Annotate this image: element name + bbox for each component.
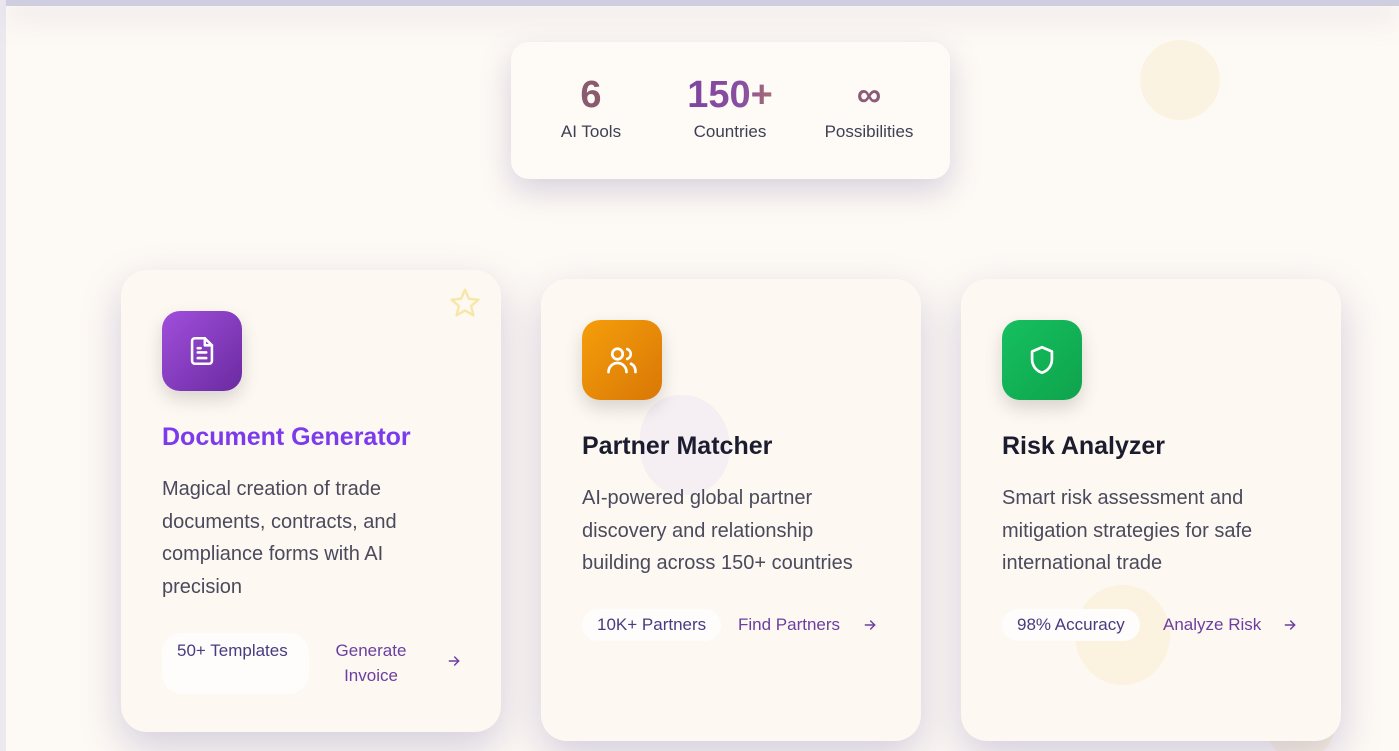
- stats-panel: 6 AI Tools 150+ Countries ∞ Possibilitie…: [511, 42, 950, 179]
- action-label: Analyze Risk: [1163, 615, 1262, 634]
- badge-label: 50+ Templates: [177, 641, 288, 660]
- decorative-blob: [1140, 40, 1220, 120]
- header-bar: [6, 0, 1399, 6]
- card-title: Risk Analyzer: [1002, 432, 1166, 460]
- stat-label: AI Tools: [560, 122, 622, 141]
- generate-invoice-link[interactable]: Generate Invoice: [325, 638, 417, 688]
- sparkle-star-icon: [450, 288, 480, 317]
- card-badge: 10K+ Partners: [582, 609, 722, 641]
- users-icon: [582, 320, 662, 400]
- card-description: Smart risk assessment and mitigation str…: [1002, 487, 1253, 574]
- card-title: Partner Matcher: [582, 432, 773, 460]
- arrow-right-icon: [864, 620, 876, 630]
- card-badge: 98% Accuracy: [1002, 609, 1140, 641]
- action-label: Find Partners: [738, 615, 841, 634]
- card-badge: 50+ Templates: [162, 633, 309, 694]
- arrow-right-icon: [1284, 620, 1296, 630]
- card-description: Magical creation of trade documents, con…: [162, 478, 397, 598]
- arrow-right-icon: [448, 656, 460, 666]
- analyze-risk-link[interactable]: Analyze Risk: [1163, 609, 1261, 641]
- badge-label: 10K+ Partners: [597, 615, 707, 634]
- document-icon: [162, 311, 242, 391]
- card-title: Document Generator: [162, 423, 411, 451]
- stat-possibilities: ∞ Possibilities: [799, 72, 939, 142]
- page-left-edge: [0, 0, 6, 751]
- card-description: AI-powered global partner discovery and …: [582, 487, 853, 574]
- stat-ai-tools: 6 AI Tools: [521, 72, 661, 142]
- stat-countries: 150+ Countries: [660, 72, 800, 142]
- stat-value: 150+: [660, 72, 800, 118]
- find-partners-link[interactable]: Find Partners: [738, 609, 840, 641]
- tool-card-document-generator[interactable]: Document Generator Magical creation of t…: [121, 270, 501, 732]
- stat-value: ∞: [856, 76, 882, 114]
- tool-card-partner-matcher[interactable]: Partner Matcher AI-powered global partne…: [541, 279, 921, 741]
- action-label: Generate Invoice: [335, 641, 407, 685]
- badge-label: 98% Accuracy: [1017, 615, 1125, 634]
- tool-card-risk-analyzer[interactable]: Risk Analyzer Smart risk assessment and …: [961, 279, 1341, 741]
- shield-icon: [1002, 320, 1082, 400]
- stat-label: Countries: [693, 122, 767, 141]
- stat-value: 6: [580, 74, 602, 116]
- stat-label: Possibilities: [824, 122, 914, 141]
